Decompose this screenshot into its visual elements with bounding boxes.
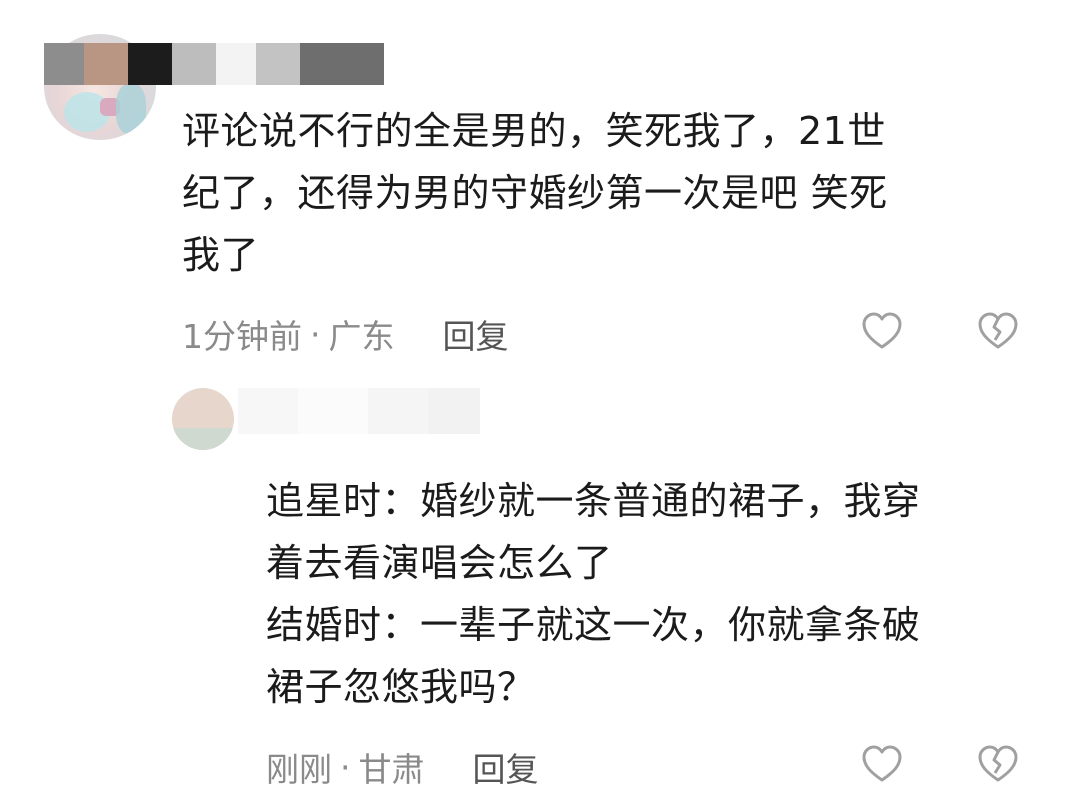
location: 广东 [328, 317, 395, 356]
username-redacted[interactable] [172, 388, 480, 434]
reply-button[interactable]: 回复 [443, 310, 509, 358]
username-redacted[interactable] [44, 43, 384, 85]
reply-button[interactable]: 回复 [473, 743, 539, 791]
separator: · [340, 747, 351, 787]
comment-text: 追星时：婚纱就一条普通的裙子，我穿 着去看演唱会怎么了 结婚时：一辈子就这一次，… [266, 479, 921, 709]
comment-meta: 刚刚 · 甘肃 回复 [266, 743, 539, 791]
dislike-broken-heart-icon[interactable] [976, 309, 1020, 353]
location: 甘肃 [358, 750, 425, 789]
comment-meta: 1分钟前 · 广东 回复 [182, 310, 509, 358]
like-heart-icon[interactable] [860, 742, 904, 786]
like-heart-icon[interactable] [860, 309, 904, 353]
timestamp: 1分钟前 [182, 317, 302, 356]
separator: · [310, 314, 321, 354]
comment-text: 评论说不行的全是男的，笑死我了，21世 纪了，还得为男的守婚纱第一次是吧 笑死 … [182, 109, 888, 277]
avatar-detail [116, 84, 146, 134]
timestamp: 刚刚 [266, 750, 332, 789]
dislike-broken-heart-icon[interactable] [976, 742, 1020, 786]
